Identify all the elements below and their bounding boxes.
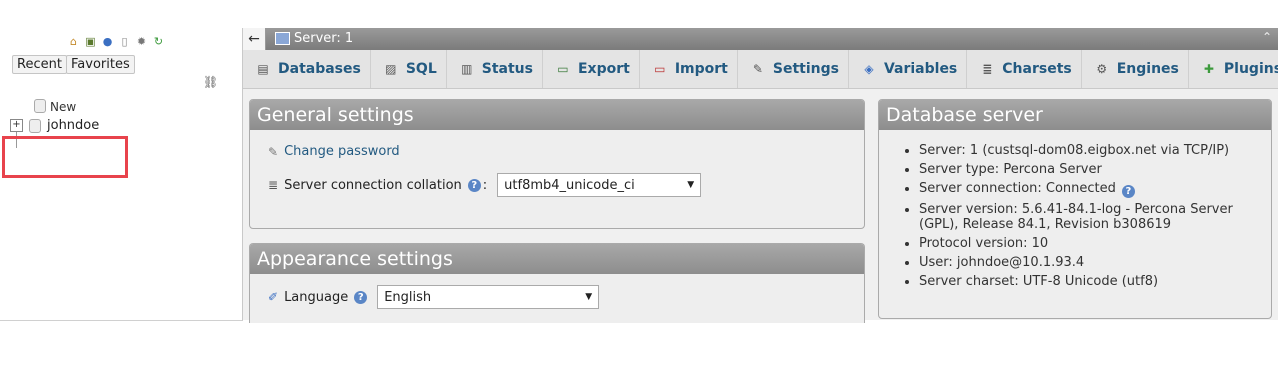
highlight-box: [2, 136, 128, 178]
help-icon[interactable]: ?: [1121, 185, 1135, 198]
collation-row: ≣ Server connection collation ? : utf8mb…: [268, 173, 702, 197]
collapse-icon[interactable]: ⌃: [1262, 30, 1272, 44]
top-tabs: ▤ Databases ▨ SQL ▥ Status ▭ Export ▭ Import …: [243, 50, 1278, 89]
chevron-down-icon: ▼: [585, 292, 593, 302]
favorites-button[interactable]: Favorites: [66, 55, 135, 74]
list-item: Server version: 5.6.41-84.1-log - Percon…: [919, 202, 1259, 232]
list-item: Protocol version: 10: [919, 236, 1259, 251]
tab-settings[interactable]: ✎ Settings: [738, 50, 849, 88]
tab-label: Variables: [883, 61, 958, 77]
chevron-down-icon: ▼: [687, 180, 695, 190]
sidebar-icon-bar: ⌂ ▣ ● ▯ ✹ ↻: [66, 34, 166, 49]
back-arrow-icon[interactable]: ←: [243, 28, 266, 50]
tree-item-new[interactable]: New: [34, 99, 76, 114]
list-item: Server: 1 (custsql-dom08.eigbox.net via …: [919, 143, 1259, 158]
general-settings-panel: General settings ✎ Change password ≣ Ser…: [249, 99, 865, 229]
tab-label: Plugins: [1223, 61, 1278, 77]
collation-label: Server connection collation: [284, 177, 462, 193]
expand-icon[interactable]: +: [10, 119, 23, 132]
help-icon[interactable]: ●: [100, 34, 115, 49]
tab-status[interactable]: ▥ Status: [447, 50, 543, 88]
status-icon: ▥: [461, 62, 473, 76]
collation-select[interactable]: utf8mb4_unicode_ci ▼: [497, 173, 702, 197]
tab-plugins[interactable]: ✚ Plugins: [1189, 50, 1278, 88]
help-icon[interactable]: ?: [467, 178, 481, 192]
panel-title: General settings: [250, 100, 864, 130]
variables-icon: ◈: [864, 62, 874, 76]
colon: :: [482, 177, 488, 193]
tree-db-label[interactable]: johndoe: [47, 118, 99, 133]
appearance-settings-panel: Appearance settings ✐ Language ? English…: [249, 243, 865, 323]
database-icon: ▤: [257, 62, 269, 76]
wrench-icon: ✎: [752, 62, 763, 76]
engines-icon: ⚙: [1096, 62, 1108, 76]
list-item: User: johndoe@10.1.93.4: [919, 255, 1259, 270]
tab-label: Status: [481, 61, 533, 77]
charsets-icon: ≣: [982, 62, 993, 76]
language-select[interactable]: English ▼: [377, 285, 600, 309]
reload-icon[interactable]: ↻: [151, 34, 166, 49]
language-row: ✐ Language ? English ▼: [268, 285, 600, 309]
database-icon: [29, 118, 41, 133]
change-password-link[interactable]: Change password: [284, 144, 400, 159]
export-icon: ▭: [557, 62, 569, 76]
plugin-icon: ✚: [1203, 62, 1214, 76]
import-icon: ▭: [654, 62, 666, 76]
database-server-panel: Database server Server: 1 (custsql-dom08…: [878, 99, 1272, 319]
tab-sql[interactable]: ▨ SQL: [371, 50, 447, 88]
language-icon: ✐: [268, 290, 279, 304]
key-icon: ✎: [268, 144, 279, 159]
help-icon[interactable]: ?: [354, 290, 368, 304]
tab-label: Engines: [1116, 61, 1179, 77]
collation-value: utf8mb4_unicode_ci: [504, 177, 635, 193]
list-item: Server charset: UTF-8 Unicode (utf8): [919, 274, 1259, 289]
list-icon: ≣: [268, 178, 279, 192]
tab-charsets[interactable]: ≣ Charsets: [967, 50, 1082, 88]
server-titlebar: ← Server: 1 ⌃: [243, 28, 1278, 50]
panel-title: Appearance settings: [250, 244, 864, 274]
tab-databases[interactable]: ▤ Databases: [243, 50, 371, 88]
main-content: ← Server: 1 ⌃ ▤ Databases ▨ SQL ▥ Status ▭ E…: [243, 28, 1278, 323]
tree-new-label: New: [50, 100, 77, 114]
language-value: English: [384, 289, 432, 305]
recent-button[interactable]: Recent: [12, 55, 67, 74]
tab-label: Charsets: [1002, 61, 1072, 77]
tab-export[interactable]: ▭ Export: [543, 50, 640, 88]
panel-title: Database server: [879, 100, 1271, 130]
settings-icon[interactable]: ✹: [134, 34, 149, 49]
tab-import[interactable]: ▭ Import: [640, 50, 738, 88]
tab-variables[interactable]: ◈ Variables: [849, 50, 968, 88]
server-info-list: Server: 1 (custsql-dom08.eigbox.net via …: [901, 143, 1259, 293]
home-icon[interactable]: ⌂: [66, 34, 81, 49]
server-icon: [275, 32, 290, 45]
list-item: Server type: Percona Server: [919, 162, 1259, 177]
tree-item-johndoe[interactable]: + johndoe: [10, 118, 99, 133]
docs-icon[interactable]: ▯: [117, 34, 132, 49]
tab-label: Settings: [772, 61, 839, 77]
sql-icon: ▨: [385, 62, 397, 76]
change-password-row: ✎ Change password: [268, 144, 400, 159]
logout-icon[interactable]: ▣: [83, 34, 98, 49]
tab-engines[interactable]: ⚙ Engines: [1082, 50, 1189, 88]
language-label: Language: [284, 289, 349, 305]
link-chain-icon[interactable]: ⛓: [203, 75, 218, 89]
tab-label: SQL: [405, 61, 437, 77]
tab-label: Export: [577, 61, 630, 77]
tab-label: Import: [674, 61, 728, 77]
tab-label: Databases: [278, 61, 361, 77]
database-icon: [34, 99, 46, 113]
server-breadcrumb[interactable]: Server: 1: [275, 31, 353, 46]
list-item-text: Server connection: Connected: [919, 181, 1116, 196]
list-item: Server connection: Connected?: [919, 181, 1259, 198]
server-label[interactable]: Server: 1: [294, 31, 353, 46]
navigation-sidebar: ⌂ ▣ ● ▯ ✹ ↻ Recent Favorites ⛓ New + joh…: [0, 28, 243, 321]
